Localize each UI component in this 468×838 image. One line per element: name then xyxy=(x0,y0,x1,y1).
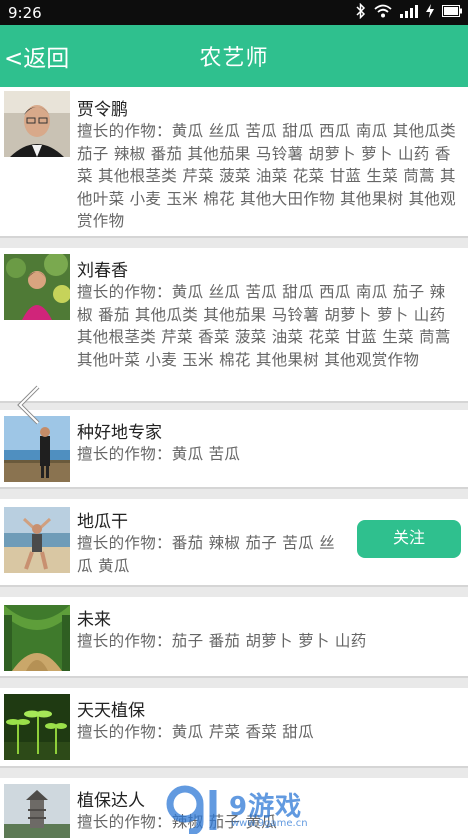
wifi-icon xyxy=(374,4,392,18)
signal-icon xyxy=(400,4,418,18)
expert-name: 种好地专家 xyxy=(77,423,162,443)
charging-icon xyxy=(426,4,434,18)
expert-crops: 擅长的作物：黄瓜 丝瓜 苦瓜 甜瓜 西瓜 南瓜 茄子 辣椒 番茄 其他瓜类 其他… xyxy=(77,283,451,369)
expert-crops: 擅长的作物：辣椒 茄子 黄瓜 xyxy=(77,813,278,831)
expert-card[interactable]: 刘春香 擅长的作物：黄瓜 丝瓜 苦瓜 甜瓜 西瓜 南瓜 茄子 辣椒 番茄 其他瓜… xyxy=(0,248,468,403)
avatar xyxy=(4,254,70,320)
expert-name: 刘春香 xyxy=(77,261,128,281)
expert-crops: 擅长的作物：番茄 辣椒 茄子 苦瓜 丝瓜 黄瓜 xyxy=(77,534,335,575)
expert-card[interactable]: 植保达人 擅长的作物：辣椒 茄子 黄瓜 xyxy=(0,778,468,838)
expert-card[interactable]: 地瓜干 擅长的作物：番茄 辣椒 茄子 苦瓜 丝瓜 黄瓜 关注 xyxy=(0,499,468,587)
expert-crops: 擅长的作物：黄瓜 丝瓜 苦瓜 甜瓜 西瓜 南瓜 其他瓜类 茄子 辣椒 番茄 其他… xyxy=(77,122,456,230)
avatar xyxy=(4,91,70,157)
bluetooth-icon xyxy=(356,3,366,19)
expert-crops: 擅长的作物：黄瓜 苦瓜 xyxy=(77,445,241,463)
battery-icon xyxy=(442,5,462,17)
expert-name: 贾令鹏 xyxy=(77,100,128,120)
chevron-left-icon xyxy=(17,385,40,425)
expert-card[interactable]: 天天植保 擅长的作物：黄瓜 芹菜 香菜 甜瓜 xyxy=(0,688,468,768)
avatar xyxy=(4,605,70,671)
expert-card[interactable]: 未来 擅长的作物：茄子 番茄 胡萝卜 萝卜 山药 xyxy=(0,597,468,678)
status-bar: 9:26 xyxy=(0,0,468,25)
expert-card[interactable]: 贾令鹏 擅长的作物：黄瓜 丝瓜 苦瓜 甜瓜 西瓜 南瓜 其他瓜类 茄子 辣椒 番… xyxy=(0,87,468,238)
page-title: 农艺师 xyxy=(199,46,269,71)
status-icons xyxy=(356,3,462,19)
avatar xyxy=(4,784,70,838)
avatar xyxy=(4,507,70,573)
expert-name: 地瓜干 xyxy=(77,512,128,532)
expert-crops: 擅长的作物：茄子 番茄 胡萝卜 萝卜 山药 xyxy=(77,632,367,650)
follow-button[interactable]: 关注 xyxy=(357,520,461,558)
expert-crops: 擅长的作物：黄瓜 芹菜 香菜 甜瓜 xyxy=(77,723,314,741)
expert-name: 未来 xyxy=(77,610,111,630)
expert-name: 植保达人 xyxy=(77,791,145,811)
expert-card[interactable]: 种好地专家 擅长的作物：黄瓜 苦瓜 xyxy=(0,410,468,489)
side-back-arrow[interactable] xyxy=(12,383,44,427)
avatar xyxy=(4,694,70,760)
app-bar: <返回 农艺师 xyxy=(0,25,468,87)
expert-name: 天天植保 xyxy=(77,701,145,721)
status-time: 9:26 xyxy=(8,4,42,22)
